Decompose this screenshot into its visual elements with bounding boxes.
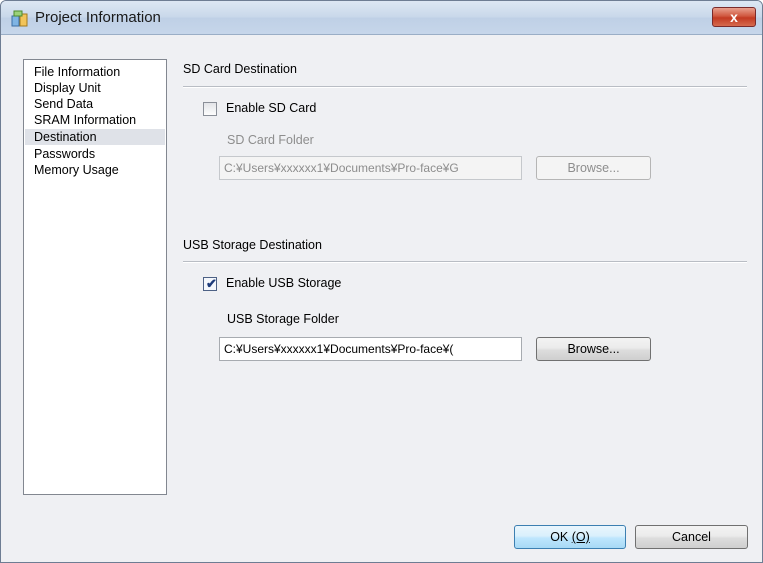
checkmark-icon: ✔ [206, 276, 217, 291]
nav-item-sram-information[interactable]: SRAM Information [25, 112, 165, 128]
project-information-dialog: Project Information x File Information D… [0, 0, 763, 563]
nav-item-memory-usage[interactable]: Memory Usage [25, 162, 165, 178]
sd-card-browse-button[interactable]: Browse... [536, 156, 651, 180]
nav-item-passwords[interactable]: Passwords [25, 146, 165, 162]
nav-item-display-unit[interactable]: Display Unit [25, 80, 165, 96]
ok-button[interactable]: OK (O) [514, 525, 626, 549]
nav-item-send-data[interactable]: Send Data [25, 96, 165, 112]
sd-card-section-title: SD Card Destination [183, 62, 297, 76]
ok-button-accelerator: (O) [571, 530, 590, 544]
enable-sd-card-label[interactable]: Enable SD Card [226, 101, 316, 115]
close-icon: x [730, 9, 738, 25]
sd-card-folder-label: SD Card Folder [227, 133, 314, 147]
enable-usb-storage-checkbox[interactable]: ✔ [203, 276, 217, 291]
usb-storage-browse-button[interactable]: Browse... [536, 337, 651, 361]
sd-card-folder-input[interactable]: C:¥Users¥xxxxxx1¥Documents¥Pro-face¥G [219, 156, 522, 180]
usb-storage-folder-label: USB Storage Folder [227, 312, 339, 326]
project-icon [11, 10, 28, 27]
category-list[interactable]: File Information Display Unit Send Data … [23, 59, 167, 495]
close-button[interactable]: x [712, 7, 756, 27]
usb-section-title: USB Storage Destination [183, 238, 322, 252]
nav-item-file-information[interactable]: File Information [25, 64, 165, 80]
nav-item-destination[interactable]: Destination [25, 129, 165, 145]
usb-divider [183, 261, 747, 263]
usb-storage-folder-input[interactable]: C:¥Users¥xxxxxx1¥Documents¥Pro-face¥( [219, 337, 522, 361]
enable-sd-card-checkbox[interactable] [203, 102, 217, 116]
ok-button-text: OK [550, 530, 572, 544]
enable-usb-storage-label[interactable]: Enable USB Storage [226, 276, 341, 290]
title-bar[interactable]: Project Information x [1, 1, 762, 35]
window-title: Project Information [35, 9, 161, 26]
sd-card-divider [183, 86, 747, 88]
cancel-button[interactable]: Cancel [635, 525, 748, 549]
